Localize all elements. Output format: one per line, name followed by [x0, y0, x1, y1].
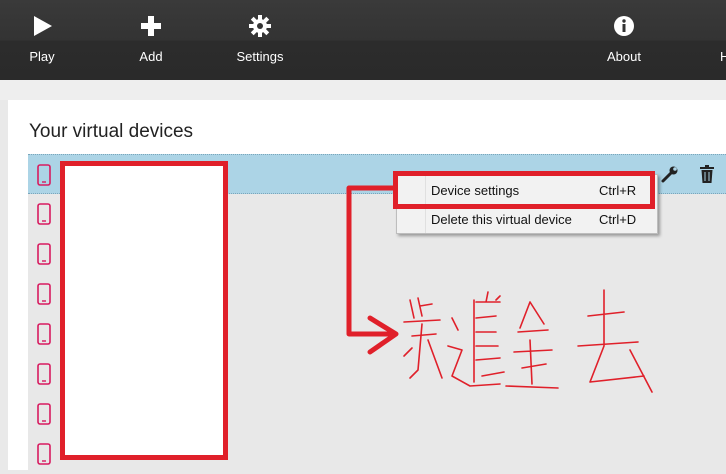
phone-icon: [37, 283, 51, 305]
info-icon: [611, 13, 637, 39]
phone-icon: [37, 323, 51, 345]
phone-icon: [37, 443, 51, 465]
phone-icon: [37, 203, 51, 225]
about-label: About: [607, 49, 641, 64]
redaction-box: [60, 161, 228, 460]
play-icon: [29, 13, 55, 39]
phone-icon: [37, 363, 51, 385]
about-button[interactable]: About: [579, 0, 669, 80]
annotation-highlight-box: [393, 171, 655, 209]
trash-icon[interactable]: [697, 164, 717, 184]
toolbar-spacer: [0, 80, 726, 100]
add-button[interactable]: Add: [106, 0, 196, 80]
wrench-icon[interactable]: [660, 164, 680, 184]
phone-icon: [37, 164, 51, 186]
gear-icon: [247, 13, 273, 39]
play-button[interactable]: Play: [0, 0, 87, 80]
add-label: Add: [139, 49, 163, 64]
play-label: Play: [29, 49, 55, 64]
help-label: H: [720, 49, 726, 64]
settings-label: Settings: [236, 49, 284, 64]
settings-button[interactable]: Settings: [215, 0, 305, 80]
menu-item-shortcut: Ctrl+D: [599, 212, 637, 227]
phone-icon: [37, 243, 51, 265]
page-title: Your virtual devices: [29, 121, 194, 142]
top-toolbar: Play Add Settings About H: [0, 0, 726, 80]
plus-icon: [138, 13, 164, 39]
phone-icon: [37, 403, 51, 425]
help-button[interactable]: H: [698, 0, 726, 80]
menu-item-label: Delete this virtual device: [431, 212, 572, 227]
